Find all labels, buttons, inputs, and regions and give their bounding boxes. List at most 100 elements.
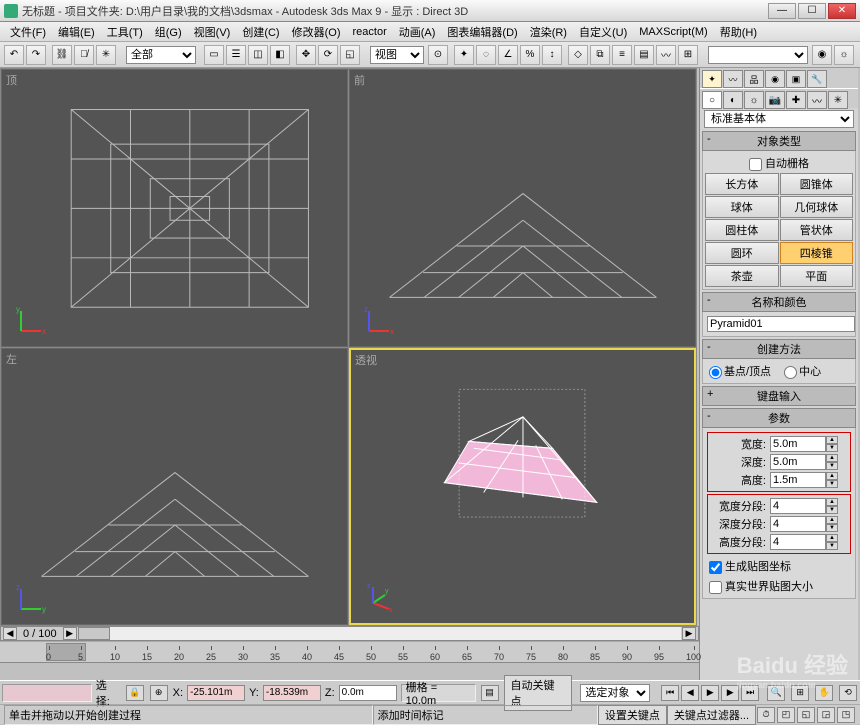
cone-button[interactable]: 圆锥体 [780, 173, 854, 195]
frame-scrollbar[interactable]: ◀ 0 / 100 ▶ ▶ [0, 626, 699, 641]
wseg-spin-up[interactable]: ▲ [826, 498, 838, 506]
link-button[interactable]: ⛓ [52, 45, 72, 65]
redo-button[interactable]: ↷ [26, 45, 46, 65]
menu-render[interactable]: 渲染(R) [524, 23, 573, 41]
menu-reactor[interactable]: reactor [347, 25, 393, 39]
viewport-left[interactable]: 左 y z [1, 348, 348, 626]
menu-customize[interactable]: 自定义(U) [573, 23, 633, 41]
time-config-button[interactable]: ⏱ [757, 707, 775, 723]
teapot-button[interactable]: 茶壶 [705, 265, 779, 287]
menu-edit[interactable]: 编辑(E) [52, 23, 101, 41]
hseg-spin-up[interactable]: ▲ [826, 534, 838, 542]
depth-spin-down[interactable]: ▼ [826, 462, 838, 470]
nav-arc-button[interactable]: ⟲ [839, 685, 857, 701]
mirror-button[interactable]: ⧉ [590, 45, 610, 65]
lock-selection-button[interactable]: 🔒 [126, 685, 144, 701]
select-button[interactable]: ▭ [204, 45, 224, 65]
scale-button[interactable]: ◱ [340, 45, 360, 65]
maximize-button[interactable]: ☐ [798, 3, 826, 19]
center-radio[interactable] [784, 366, 797, 379]
display-panel-tab[interactable]: ▣ [786, 70, 806, 88]
base-apex-radio[interactable] [709, 366, 722, 379]
wseg-spin-down[interactable]: ▼ [826, 506, 838, 514]
box-button[interactable]: 长方体 [705, 173, 779, 195]
play-button[interactable]: ▶ [701, 685, 719, 701]
track-view-button[interactable]: ▤ [481, 685, 499, 701]
geosphere-button[interactable]: 几何球体 [780, 196, 854, 218]
next-frame-button[interactable]: ▶ [721, 685, 739, 701]
shapes-tab[interactable]: ◐ [723, 91, 743, 109]
goto-start-button[interactable]: ⏮ [661, 685, 679, 701]
coord-y-input[interactable] [263, 685, 321, 701]
schematic-button[interactable]: ⊞ [678, 45, 698, 65]
helpers-tab[interactable]: ✚ [786, 91, 806, 109]
primitive-category-dropdown[interactable]: 标准基本体 [704, 110, 854, 128]
menu-tools[interactable]: 工具(T) [101, 23, 149, 41]
hseg-input[interactable] [770, 534, 826, 550]
systems-tab[interactable]: ✳ [828, 91, 848, 109]
menu-file[interactable]: 文件(F) [4, 23, 52, 41]
select-by-name-button[interactable]: ☰ [226, 45, 246, 65]
nav-max-button[interactable]: ◲ [817, 707, 835, 723]
window-crossing-button[interactable]: ◧ [270, 45, 290, 65]
curve-editor-button[interactable]: 〰 [656, 45, 676, 65]
select-manipulate-button[interactable]: ✦ [454, 45, 474, 65]
reference-coord-dropdown[interactable]: 视图 [370, 46, 424, 64]
menu-view[interactable]: 视图(V) [188, 23, 237, 41]
motion-panel-tab[interactable]: ◉ [765, 70, 785, 88]
tube-button[interactable]: 管状体 [780, 219, 854, 241]
scroll-thumb[interactable] [78, 627, 110, 640]
width-input[interactable] [770, 436, 826, 452]
torus-button[interactable]: 圆环 [705, 242, 779, 264]
scroll-left-button[interactable]: ◀ [3, 627, 17, 640]
height-spin-up[interactable]: ▲ [826, 472, 838, 480]
nav-zoom-button[interactable]: 🔍 [767, 685, 785, 701]
viewport-top[interactable]: 顶 x y [1, 69, 348, 347]
lights-tab[interactable]: ☼ [744, 91, 764, 109]
wseg-input[interactable] [770, 498, 826, 514]
percent-snap-button[interactable]: % [520, 45, 540, 65]
nav-pan-button[interactable]: ✋ [815, 685, 833, 701]
real-world-checkbox[interactable] [709, 581, 722, 594]
move-button[interactable]: ✥ [296, 45, 316, 65]
nav-zoom-extents-button[interactable]: ◰ [777, 707, 795, 723]
layers-button[interactable]: ▤ [634, 45, 654, 65]
undo-button[interactable]: ↶ [4, 45, 24, 65]
create-panel-tab[interactable]: ✦ [702, 70, 722, 88]
utilities-panel-tab[interactable]: 🔧 [807, 70, 827, 88]
align-button[interactable]: ≡ [612, 45, 632, 65]
abs-rel-button[interactable]: ⊕ [150, 685, 168, 701]
hseg-spin-down[interactable]: ▼ [826, 542, 838, 550]
viewport-perspective[interactable]: 透视 x y [349, 348, 696, 626]
goto-end-button[interactable]: ⏭ [741, 685, 759, 701]
object-name-input[interactable] [707, 316, 855, 332]
modify-panel-tab[interactable]: 〰 [723, 70, 743, 88]
hierarchy-panel-tab[interactable]: 品 [744, 70, 764, 88]
height-input[interactable] [770, 472, 826, 488]
gen-uv-checkbox[interactable] [709, 561, 722, 574]
depth-input[interactable] [770, 454, 826, 470]
height-spin-down[interactable]: ▼ [826, 480, 838, 488]
auto-grid-checkbox[interactable] [749, 158, 762, 171]
menu-animation[interactable]: 动画(A) [393, 23, 442, 41]
dseg-input[interactable] [770, 516, 826, 532]
nav-min-button[interactable]: ◳ [837, 707, 855, 723]
depth-spin-up[interactable]: ▲ [826, 454, 838, 462]
menu-maxscript[interactable]: MAXScript(M) [633, 25, 713, 39]
close-button[interactable]: ✕ [828, 3, 856, 19]
prev-frame-button[interactable]: ◀ [681, 685, 699, 701]
width-spin-up[interactable]: ▲ [826, 436, 838, 444]
scroll-right-button[interactable]: ▶ [63, 627, 77, 640]
nav-fov-button[interactable]: ◱ [797, 707, 815, 723]
coord-x-input[interactable] [187, 685, 245, 701]
select-region-button[interactable]: ◫ [248, 45, 268, 65]
rotate-button[interactable]: ⟳ [318, 45, 338, 65]
nav-zoom-all-button[interactable]: ⊞ [791, 685, 809, 701]
pyramid-button[interactable]: 四棱锥 [780, 242, 854, 264]
dseg-spin-down[interactable]: ▼ [826, 524, 838, 532]
menu-help[interactable]: 帮助(H) [714, 23, 763, 41]
menu-group[interactable]: 组(G) [149, 23, 188, 41]
coord-z-input[interactable] [339, 685, 397, 701]
menu-graph[interactable]: 图表编辑器(D) [441, 23, 523, 41]
width-spin-down[interactable]: ▼ [826, 444, 838, 452]
